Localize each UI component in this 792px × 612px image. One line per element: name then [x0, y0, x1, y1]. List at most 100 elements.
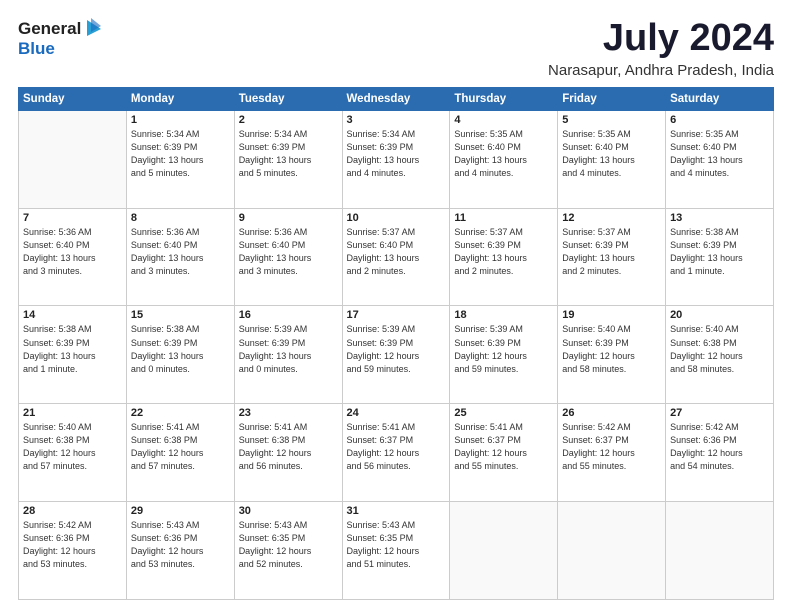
- table-row: 28Sunrise: 5:42 AMSunset: 6:36 PMDayligh…: [19, 502, 127, 600]
- week-row-4: 28Sunrise: 5:42 AMSunset: 6:36 PMDayligh…: [19, 502, 774, 600]
- table-row: 26Sunrise: 5:42 AMSunset: 6:37 PMDayligh…: [558, 404, 666, 502]
- table-row: 17Sunrise: 5:39 AMSunset: 6:39 PMDayligh…: [342, 306, 450, 404]
- table-row: 29 Sunrise: 5:43 AMSunset: 6:36 PMDayligh…: [126, 502, 234, 600]
- day-number: 20: [670, 309, 769, 321]
- week-row-1: 7 Sunrise: 5:36 AMSunset: 6:40 PMDaylight…: [19, 208, 774, 306]
- weekday-header-row: Sunday Monday Tuesday Wednesday Thursday…: [19, 87, 774, 110]
- logo-wing-icon: [83, 18, 101, 40]
- day-number: 5: [562, 114, 661, 126]
- header: General Blue July 2024 Narasapur, Andhra…: [18, 18, 774, 79]
- table-row: 18 Sunrise: 5:39 AMSunset: 6:39 PMDayligh…: [450, 306, 558, 404]
- day-number: 9: [239, 212, 338, 224]
- table-row: 8 Sunrise: 5:36 AMSunset: 6:40 PMDaylight…: [126, 208, 234, 306]
- table-row: 19 Sunrise: 5:40 AMSunset: 6:39 PMDayligh…: [558, 306, 666, 404]
- day-number: 25: [454, 407, 553, 419]
- day-info: Sunrise: 5:37 AMSunset: 6:40 PMDaylight:…: [347, 226, 446, 278]
- table-row: 25 Sunrise: 5:41 AMSunset: 6:37 PMDayligh…: [450, 404, 558, 502]
- table-row: 21 Sunrise: 5:40 AMSunset: 6:38 PMDayligh…: [19, 404, 127, 502]
- day-info: Sunrise: 5:39 AMSunset: 6:39 PMDaylight:…: [454, 323, 553, 375]
- table-row: 24Sunrise: 5:41 AMSunset: 6:37 PMDayligh…: [342, 404, 450, 502]
- table-row: [450, 502, 558, 600]
- page: General Blue July 2024 Narasapur, Andhra…: [0, 0, 792, 612]
- day-number: 30: [239, 505, 338, 517]
- day-info: Sunrise: 5:36 AMSunset: 6:40 PMDaylight:…: [131, 226, 230, 278]
- calendar-table: Sunday Monday Tuesday Wednesday Thursday…: [18, 87, 774, 600]
- table-row: 12 Sunrise: 5:37 AMSunset: 6:39 PMDayligh…: [558, 208, 666, 306]
- day-number: 15: [131, 309, 230, 321]
- table-row: [558, 502, 666, 600]
- logo: General Blue: [18, 18, 101, 59]
- table-row: 5Sunrise: 5:35 AMSunset: 6:40 PMDaylight…: [558, 110, 666, 208]
- day-number: 4: [454, 114, 553, 126]
- day-number: 29: [131, 505, 230, 517]
- day-info: Sunrise: 5:38 AMSunset: 6:39 PMDaylight:…: [23, 323, 122, 375]
- header-saturday: Saturday: [666, 87, 774, 110]
- day-info: Sunrise: 5:39 AMSunset: 6:39 PMDaylight:…: [239, 323, 338, 375]
- header-monday: Monday: [126, 87, 234, 110]
- table-row: 4 Sunrise: 5:35 AMSunset: 6:40 PMDaylight…: [450, 110, 558, 208]
- header-sunday: Sunday: [19, 87, 127, 110]
- day-info: Sunrise: 5:41 AMSunset: 6:38 PMDaylight:…: [131, 421, 230, 473]
- day-number: 7: [23, 212, 122, 224]
- table-row: 23 Sunrise: 5:41 AMSunset: 6:38 PMDayligh…: [234, 404, 342, 502]
- day-number: 2: [239, 114, 338, 126]
- table-row: 1Sunrise: 5:34 AMSunset: 6:39 PMDaylight…: [126, 110, 234, 208]
- day-info: Sunrise: 5:42 AMSunset: 6:37 PMDaylight:…: [562, 421, 661, 473]
- day-number: 19: [562, 309, 661, 321]
- day-number: 18: [454, 309, 553, 321]
- day-info: Sunrise: 5:41 AMSunset: 6:37 PMDaylight:…: [454, 421, 553, 473]
- table-row: 13 Sunrise: 5:38 AMSunset: 6:39 PMDayligh…: [666, 208, 774, 306]
- table-row: 22 Sunrise: 5:41 AMSunset: 6:38 PMDayligh…: [126, 404, 234, 502]
- day-info: Sunrise: 5:35 AMSunset: 6:40 PMDaylight:…: [670, 128, 769, 180]
- day-info: Sunrise: 5:40 AMSunset: 6:39 PMDaylight:…: [562, 323, 661, 375]
- table-row: 16 Sunrise: 5:39 AMSunset: 6:39 PMDayligh…: [234, 306, 342, 404]
- day-info: Sunrise: 5:41 AMSunset: 6:38 PMDaylight:…: [239, 421, 338, 473]
- day-info: Sunrise: 5:37 AMSunset: 6:39 PMDaylight:…: [562, 226, 661, 278]
- table-row: 27 Sunrise: 5:42 AMSunset: 6:36 PMDayligh…: [666, 404, 774, 502]
- logo-blue-text: Blue: [18, 40, 55, 59]
- day-number: 3: [347, 114, 446, 126]
- title-section: July 2024 Narasapur, Andhra Pradesh, Ind…: [548, 18, 774, 79]
- day-info: Sunrise: 5:43 AMSunset: 6:35 PMDaylight:…: [239, 519, 338, 571]
- table-row: 2 Sunrise: 5:34 AMSunset: 6:39 PMDaylight…: [234, 110, 342, 208]
- week-row-0: 1Sunrise: 5:34 AMSunset: 6:39 PMDaylight…: [19, 110, 774, 208]
- day-info: Sunrise: 5:36 AMSunset: 6:40 PMDaylight:…: [239, 226, 338, 278]
- day-info: Sunrise: 5:43 AMSunset: 6:36 PMDaylight:…: [131, 519, 230, 571]
- day-number: 21: [23, 407, 122, 419]
- calendar-body: 1Sunrise: 5:34 AMSunset: 6:39 PMDaylight…: [19, 110, 774, 599]
- day-info: Sunrise: 5:43 AMSunset: 6:35 PMDaylight:…: [347, 519, 446, 571]
- day-number: 16: [239, 309, 338, 321]
- day-number: 17: [347, 309, 446, 321]
- day-number: 12: [562, 212, 661, 224]
- table-row: 11Sunrise: 5:37 AMSunset: 6:39 PMDayligh…: [450, 208, 558, 306]
- day-number: 8: [131, 212, 230, 224]
- logo-general-text: General: [18, 20, 81, 39]
- table-row: [19, 110, 127, 208]
- table-row: 15Sunrise: 5:38 AMSunset: 6:39 PMDayligh…: [126, 306, 234, 404]
- week-row-3: 21 Sunrise: 5:40 AMSunset: 6:38 PMDayligh…: [19, 404, 774, 502]
- week-row-2: 14Sunrise: 5:38 AMSunset: 6:39 PMDayligh…: [19, 306, 774, 404]
- day-number: 6: [670, 114, 769, 126]
- day-number: 10: [347, 212, 446, 224]
- day-number: 31: [347, 505, 446, 517]
- day-number: 27: [670, 407, 769, 419]
- day-number: 24: [347, 407, 446, 419]
- month-title: July 2024: [548, 18, 774, 60]
- day-info: Sunrise: 5:36 AMSunset: 6:40 PMDaylight:…: [23, 226, 122, 278]
- day-info: Sunrise: 5:40 AMSunset: 6:38 PMDaylight:…: [23, 421, 122, 473]
- day-number: 23: [239, 407, 338, 419]
- day-number: 13: [670, 212, 769, 224]
- table-row: [666, 502, 774, 600]
- location-title: Narasapur, Andhra Pradesh, India: [548, 62, 774, 79]
- table-row: 9 Sunrise: 5:36 AMSunset: 6:40 PMDaylight…: [234, 208, 342, 306]
- day-info: Sunrise: 5:34 AMSunset: 6:39 PMDaylight:…: [347, 128, 446, 180]
- day-info: Sunrise: 5:35 AMSunset: 6:40 PMDaylight:…: [454, 128, 553, 180]
- day-info: Sunrise: 5:42 AMSunset: 6:36 PMDaylight:…: [670, 421, 769, 473]
- day-number: 28: [23, 505, 122, 517]
- day-info: Sunrise: 5:34 AMSunset: 6:39 PMDaylight:…: [239, 128, 338, 180]
- day-info: Sunrise: 5:34 AMSunset: 6:39 PMDaylight:…: [131, 128, 230, 180]
- header-friday: Friday: [558, 87, 666, 110]
- day-info: Sunrise: 5:38 AMSunset: 6:39 PMDaylight:…: [670, 226, 769, 278]
- day-number: 22: [131, 407, 230, 419]
- day-info: Sunrise: 5:40 AMSunset: 6:38 PMDaylight:…: [670, 323, 769, 375]
